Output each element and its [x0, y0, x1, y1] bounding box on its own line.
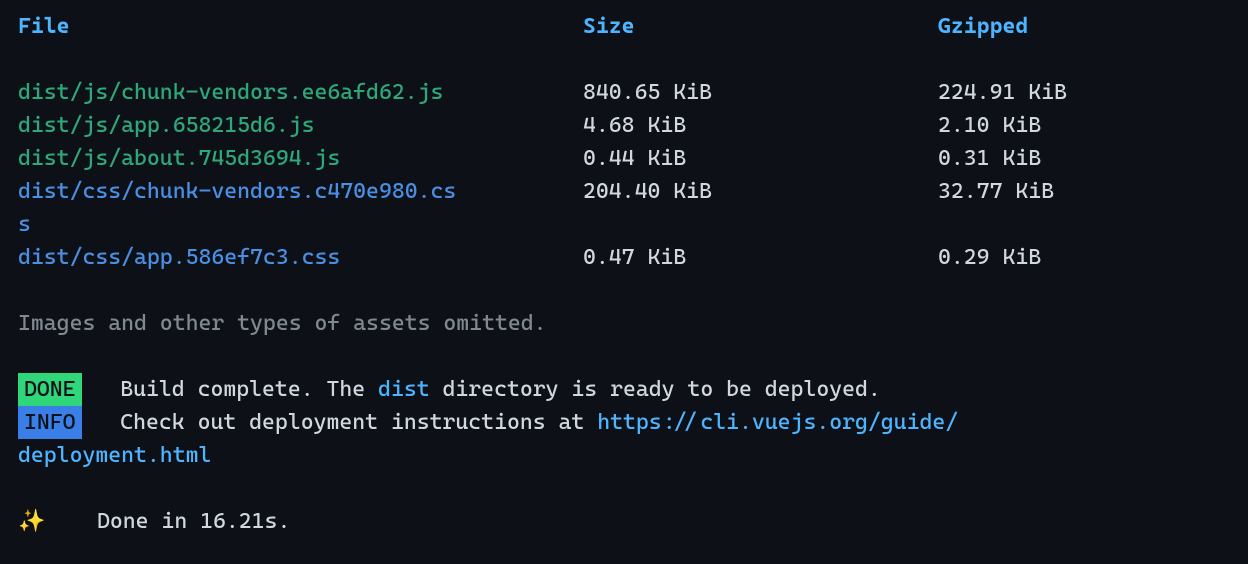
done-pre: Build complete. The	[120, 377, 378, 402]
file-size: 0.47 KiB	[583, 241, 938, 274]
table-row: dist/css/chunk-vendors.c470e980.cs204.40…	[18, 175, 1230, 208]
file-gzipped: 224.91 KiB	[938, 76, 1230, 109]
table-row: dist/js/app.658215d6.js4.68 KiB2.10 KiB	[18, 109, 1230, 142]
header-file: File	[18, 10, 583, 43]
file-size: 4.68 KiB	[583, 109, 938, 142]
status-block: DONE Build complete. The dist directory …	[18, 373, 1230, 472]
file-name: dist/js/app.658215d6.js	[18, 109, 583, 142]
file-name: dist/css/chunk-vendors.c470e980.cs	[18, 175, 583, 208]
file-gzipped: 32.77 KiB	[938, 175, 1230, 208]
sparkle-icon: ✨	[18, 509, 45, 534]
file-name: dist/css/app.586ef7c3.css	[18, 241, 583, 274]
omitted-note: Images and other types of assets omitted…	[18, 307, 1230, 340]
header-gzipped: Gzipped	[938, 10, 1230, 43]
file-gzipped: 2.10 KiB	[938, 109, 1230, 142]
file-gzipped: 0.29 KiB	[938, 241, 1230, 274]
file-size: 840.65 KiB	[583, 76, 938, 109]
info-pre: Check out deployment instructions at	[120, 410, 597, 435]
info-url2: deployment.html	[18, 443, 211, 468]
file-name: dist/js/about.745d3694.js	[18, 142, 583, 175]
done-post: directory is ready to be deployed.	[430, 377, 881, 402]
table-row: dist/js/about.745d3694.js0.44 KiB0.31 Ki…	[18, 142, 1230, 175]
file-name-wrap: s	[18, 208, 583, 241]
info-badge: INFO	[18, 406, 82, 439]
done-dist: dist	[378, 377, 430, 402]
table-header: File Size Gzipped	[18, 10, 1230, 43]
table-row: dist/css/app.586ef7c3.css0.47 KiB0.29 Ki…	[18, 241, 1230, 274]
done-line: DONE Build complete. The dist directory …	[18, 373, 1230, 406]
file-gzipped: 0.31 KiB	[938, 142, 1230, 175]
file-size: 204.40 KiB	[583, 175, 938, 208]
done-timer-line: ✨ Done in 16.21s.	[18, 505, 1230, 538]
done-time: Done in 16.21s.	[97, 509, 290, 534]
table-row: dist/js/chunk-vendors.ee6afd62.js840.65 …	[18, 76, 1230, 109]
file-size: 0.44 KiB	[583, 142, 938, 175]
file-rows: dist/js/chunk-vendors.ee6afd62.js840.65 …	[18, 76, 1230, 274]
file-name: dist/js/chunk-vendors.ee6afd62.js	[18, 76, 583, 109]
info-line: INFO Check out deployment instructions a…	[18, 406, 1230, 472]
info-url1: https://cli.vuejs.org/guide/	[597, 410, 958, 435]
table-row-wrap: s	[18, 208, 1230, 241]
header-size: Size	[583, 10, 938, 43]
done-badge: DONE	[18, 373, 82, 406]
